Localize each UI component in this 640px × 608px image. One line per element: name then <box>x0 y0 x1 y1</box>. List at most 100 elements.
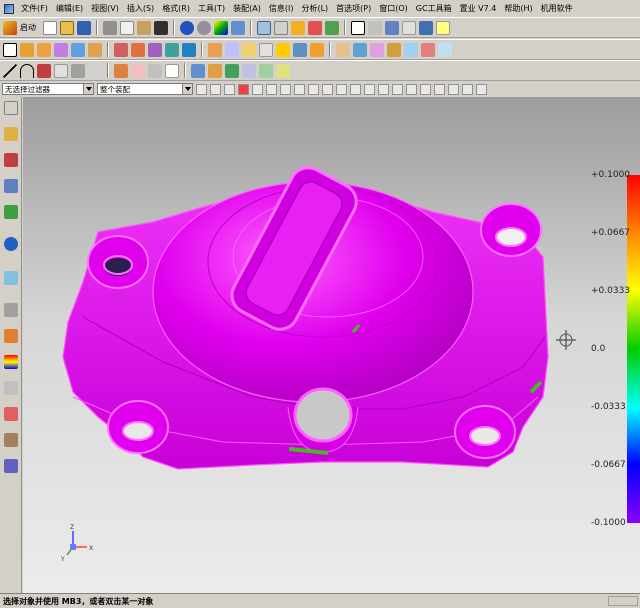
menu-machine-software[interactable]: 机用软件 <box>537 3 577 14</box>
pan-icon[interactable] <box>436 20 450 35</box>
render-style-icon[interactable] <box>368 20 382 35</box>
dialog-icon[interactable] <box>274 20 288 35</box>
point-icon[interactable] <box>54 63 68 78</box>
assembly-navigator-icon[interactable] <box>4 127 18 141</box>
select-edge-icon[interactable] <box>224 83 235 95</box>
rotate-icon[interactable] <box>419 20 433 35</box>
display-mode-icon[interactable] <box>214 20 228 35</box>
menu-assembly[interactable]: 装配(A) <box>229 3 265 14</box>
motor-cover-model[interactable] <box>62 161 549 470</box>
roles-icon[interactable] <box>4 355 18 369</box>
deselect-icon[interactable] <box>294 83 305 95</box>
trim-sheet-icon[interactable] <box>387 42 401 57</box>
analysis-icon[interactable] <box>325 20 339 35</box>
intersect-curve-icon[interactable] <box>131 63 145 78</box>
menu-plugin-version[interactable]: 置业 V7.4 <box>456 3 501 14</box>
select-component-icon[interactable] <box>266 83 277 95</box>
select-feature-icon[interactable] <box>238 83 249 95</box>
select-face-icon[interactable] <box>210 83 221 95</box>
process-studio-icon[interactable] <box>4 329 18 343</box>
mirror-icon[interactable] <box>310 42 324 57</box>
boss-icon[interactable] <box>71 42 85 57</box>
subtract-icon[interactable] <box>131 42 145 57</box>
system-materials-icon[interactable] <box>4 303 18 317</box>
unite-icon[interactable] <box>114 42 128 57</box>
part-navigator-icon[interactable] <box>4 179 18 193</box>
n-sided-icon[interactable] <box>276 63 290 78</box>
snap-plus-icon[interactable] <box>448 83 459 95</box>
select-body-icon[interactable] <box>252 83 263 95</box>
snap-on-curve-icon[interactable] <box>406 83 417 95</box>
menu-window[interactable]: 窗口(O) <box>375 3 412 14</box>
thicken-icon[interactable] <box>353 42 367 57</box>
chamfer-icon[interactable] <box>225 42 239 57</box>
assembly-scope-dropdown[interactable]: 整个装配 <box>97 83 193 95</box>
trim-body-icon[interactable] <box>165 42 179 57</box>
text-curve-icon[interactable] <box>165 63 179 78</box>
arc-icon[interactable] <box>20 63 34 78</box>
delete-icon[interactable] <box>154 20 168 35</box>
selection-filter-dropdown[interactable]: 无选择过滤器 <box>2 83 94 95</box>
pattern-icon[interactable] <box>293 42 307 57</box>
snap-endpoint-icon[interactable] <box>308 83 319 95</box>
snap-control-icon[interactable] <box>336 83 347 95</box>
snap-bounded-icon[interactable] <box>434 83 445 95</box>
copy-icon[interactable] <box>120 20 134 35</box>
isoparam-icon[interactable] <box>148 63 162 78</box>
menu-tools[interactable]: 工具(T) <box>194 3 229 14</box>
constraint-navigator-icon[interactable] <box>4 153 18 167</box>
select-all-icon[interactable] <box>280 83 291 95</box>
draft-icon[interactable] <box>259 42 273 57</box>
menu-information[interactable]: 信息(I) <box>265 3 298 14</box>
palette-icon[interactable] <box>4 407 18 421</box>
menu-gc-toolkit[interactable]: GC工具箱 <box>412 3 456 14</box>
menu-preferences[interactable]: 首选项(P) <box>332 3 375 14</box>
view-orient-icon[interactable] <box>385 20 399 35</box>
menu-help[interactable]: 帮助(H) <box>500 3 536 14</box>
lightning-icon[interactable] <box>291 20 305 35</box>
bridge-curve-icon[interactable] <box>114 63 128 78</box>
window-grid-icon[interactable] <box>257 20 271 35</box>
model-canvas[interactable]: Z X Y <box>23 97 640 593</box>
save-icon[interactable] <box>77 20 91 35</box>
chevron-down-icon[interactable] <box>182 84 192 94</box>
redo-icon[interactable] <box>197 20 211 35</box>
offset-face-icon[interactable] <box>276 42 290 57</box>
intersect-icon[interactable] <box>148 42 162 57</box>
resource-gear-icon[interactable] <box>4 101 18 115</box>
extract-icon[interactable] <box>404 42 418 57</box>
menu-format[interactable]: 格式(R) <box>158 3 194 14</box>
menu-edit[interactable]: 编辑(E) <box>52 3 87 14</box>
start-button-label[interactable]: 启动 <box>20 22 36 33</box>
move-face-icon[interactable] <box>438 42 452 57</box>
snap-center-icon[interactable] <box>364 83 375 95</box>
view-frame-icon[interactable] <box>351 20 365 35</box>
machine-tool-icon[interactable] <box>4 433 18 447</box>
surface-icon[interactable] <box>336 42 350 57</box>
datum-csys-icon[interactable] <box>225 63 239 78</box>
open-folder-icon[interactable] <box>60 20 74 35</box>
paste-icon[interactable] <box>137 20 151 35</box>
start-icon[interactable] <box>3 20 17 35</box>
cut-icon[interactable] <box>103 20 117 35</box>
snap-quadrant-icon[interactable] <box>378 83 389 95</box>
sync-model-icon[interactable] <box>421 42 435 57</box>
snap-intersection-icon[interactable] <box>350 83 361 95</box>
snap-on-face-icon[interactable] <box>420 83 431 95</box>
through-curves-icon[interactable] <box>242 63 256 78</box>
pocket-icon[interactable] <box>88 42 102 57</box>
filter-reset-icon[interactable] <box>196 83 207 95</box>
measure-icon[interactable] <box>308 20 322 35</box>
project-curve-icon[interactable] <box>88 63 102 78</box>
spline-icon[interactable] <box>37 63 51 78</box>
menu-file[interactable]: 文件(F) <box>17 3 52 14</box>
web-browser-icon[interactable] <box>4 237 18 251</box>
chevron-down-icon[interactable] <box>83 84 93 94</box>
datum-axis-icon[interactable] <box>208 63 222 78</box>
new-file-icon[interactable] <box>43 20 57 35</box>
undo-icon[interactable] <box>180 20 194 35</box>
split-body-icon[interactable] <box>182 42 196 57</box>
history-icon[interactable] <box>4 271 18 285</box>
snap-midpoint-icon[interactable] <box>322 83 333 95</box>
reuse-library-icon[interactable] <box>4 205 18 219</box>
